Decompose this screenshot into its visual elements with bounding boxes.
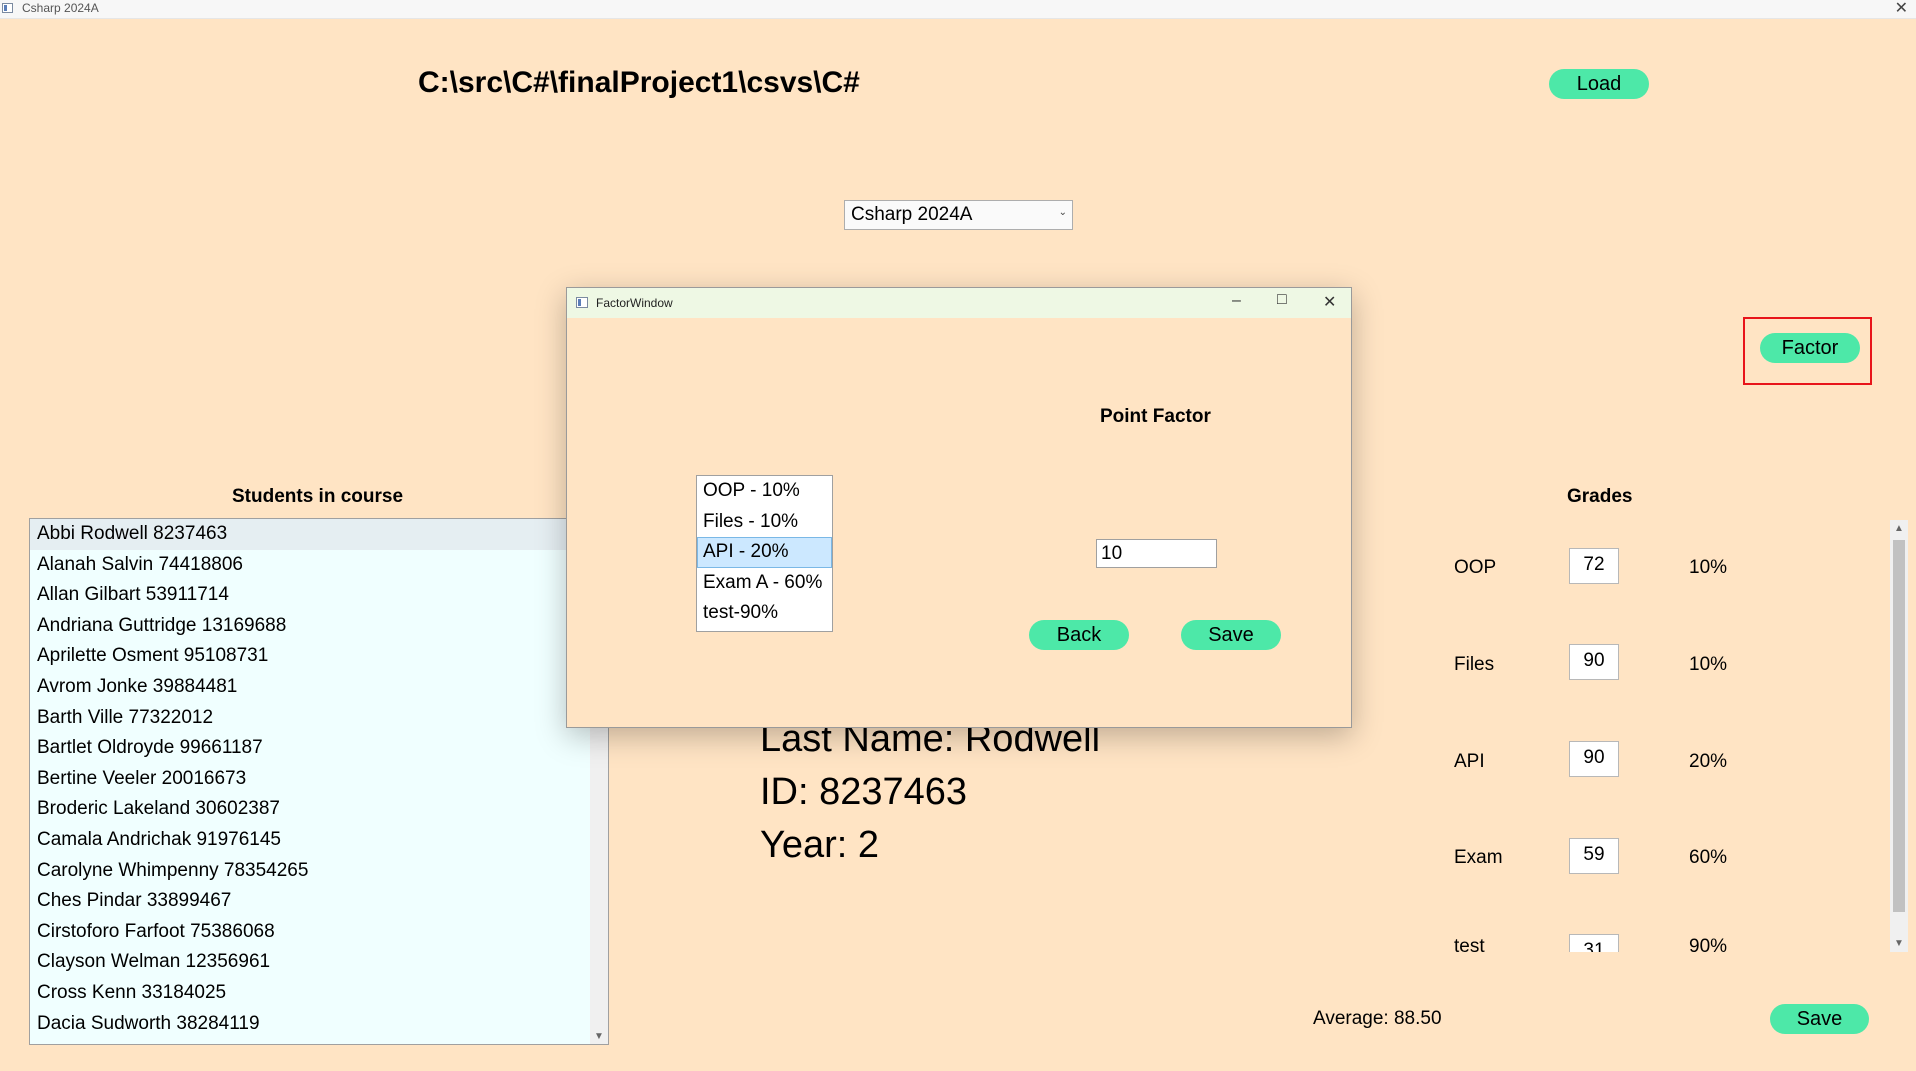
factor-list-item[interactable]: test-90% bbox=[697, 598, 832, 629]
course-select[interactable]: Csharp 2024A ⌄ bbox=[844, 200, 1073, 230]
scroll-down-icon[interactable]: ▼ bbox=[1894, 938, 1904, 949]
factor-list-item[interactable]: API - 20% bbox=[697, 537, 832, 568]
student-list-item[interactable]: Broderic Lakeland 30602387 bbox=[30, 794, 608, 825]
point-factor-heading: Point Factor bbox=[1100, 406, 1211, 427]
student-id-label: ID: 8237463 bbox=[760, 771, 968, 813]
scroll-up-icon[interactable]: ▲ bbox=[1894, 523, 1904, 534]
student-list-item[interactable]: Alanah Salvin 74418806 bbox=[30, 550, 608, 581]
student-list-item[interactable]: Clayson Welman 12356961 bbox=[30, 947, 608, 978]
scroll-down-icon[interactable]: ▼ bbox=[594, 1031, 604, 1042]
grade-label-files: Files bbox=[1454, 654, 1495, 675]
year-label: Year: 2 bbox=[760, 824, 880, 866]
factor-list-item[interactable]: OOP - 10% bbox=[697, 476, 832, 507]
dialog-title: FactorWindow bbox=[596, 296, 673, 310]
grade-percent-api: 20% bbox=[1689, 751, 1728, 772]
grades-heading: Grades bbox=[1567, 486, 1633, 507]
student-list-item[interactable]: Bartlet Oldroyde 99661187 bbox=[30, 733, 608, 764]
student-list-item[interactable]: Andriana Guttridge 13169688 bbox=[30, 611, 608, 642]
student-list-item[interactable]: Cross Kenn 33184025 bbox=[30, 978, 608, 1009]
window-titlebar: Csharp 2024A ✕ bbox=[0, 0, 1916, 19]
file-path-label: C:\src\C#\finalProject1\csvs\C# bbox=[418, 66, 860, 99]
student-list-item[interactable]: Barth Ville 77322012 bbox=[30, 703, 608, 734]
dialog-titlebar: FactorWindow – □ ✕ bbox=[567, 288, 1351, 318]
student-list-item[interactable]: Camala Andrichak 91976145 bbox=[30, 825, 608, 856]
student-list-item[interactable]: Abbi Rodwell 8237463 bbox=[30, 519, 608, 550]
grade-input-api[interactable]: 90 bbox=[1569, 741, 1619, 777]
factor-button[interactable]: Factor bbox=[1760, 333, 1860, 363]
course-select-value: Csharp 2024A bbox=[851, 204, 973, 225]
dialog-app-icon bbox=[576, 297, 588, 308]
student-list[interactable]: Abbi Rodwell 8237463 Alanah Salvin 74418… bbox=[29, 518, 609, 1045]
close-icon[interactable]: ✕ bbox=[1323, 292, 1336, 312]
dialog-save-button[interactable]: Save bbox=[1181, 620, 1281, 650]
grade-input-files[interactable]: 90 bbox=[1569, 644, 1619, 680]
average-label: Average: 88.50 bbox=[1313, 1008, 1442, 1029]
student-list-item[interactable]: Cirstoforo Farfoot 75386068 bbox=[30, 917, 608, 948]
save-grades-button[interactable]: Save bbox=[1770, 1004, 1869, 1034]
student-list-item[interactable]: Carolyne Whimpenny 78354265 bbox=[30, 856, 608, 887]
factor-list[interactable]: OOP - 10% Files - 10% API - 20% Exam A -… bbox=[696, 475, 833, 632]
grade-input-oop[interactable]: 72 bbox=[1569, 548, 1619, 584]
maximize-icon[interactable]: □ bbox=[1277, 291, 1287, 309]
grade-input-exam[interactable]: 59 bbox=[1569, 838, 1619, 874]
grade-input-test[interactable]: 31 bbox=[1569, 934, 1619, 952]
student-list-item[interactable]: Aprilette Osment 95108731 bbox=[30, 641, 608, 672]
factor-window-dialog: FactorWindow – □ ✕ Point Factor OOP - 10… bbox=[566, 287, 1352, 728]
grade-label-oop: OOP bbox=[1454, 557, 1497, 578]
minimize-icon[interactable]: – bbox=[1232, 292, 1241, 310]
window-close-icon[interactable]: ✕ bbox=[1895, 0, 1908, 18]
grade-percent-test: 90% bbox=[1689, 936, 1728, 952]
grade-label-api: API bbox=[1454, 751, 1485, 772]
grade-percent-exam: 60% bbox=[1689, 847, 1728, 868]
grade-label-test: test bbox=[1454, 936, 1485, 952]
grades-scrollbar[interactable]: ▲ ▼ bbox=[1890, 520, 1908, 952]
chevron-down-icon: ⌄ bbox=[1058, 207, 1067, 218]
back-button[interactable]: Back bbox=[1029, 620, 1129, 650]
factor-list-item[interactable]: Files - 10% bbox=[697, 507, 832, 538]
window-title: Csharp 2024A bbox=[22, 1, 99, 15]
student-list-item[interactable]: Allan Gilbart 53911714 bbox=[30, 580, 608, 611]
scrollbar-thumb[interactable] bbox=[1893, 540, 1905, 912]
students-heading: Students in course bbox=[232, 486, 404, 507]
student-list-item[interactable]: Bertine Veeler 20016673 bbox=[30, 764, 608, 795]
student-list-item[interactable]: Dacia Sudworth 38284119 bbox=[30, 1009, 608, 1040]
factor-value-input[interactable]: 10 bbox=[1096, 539, 1217, 568]
load-button[interactable]: Load bbox=[1549, 69, 1649, 99]
student-list-item[interactable]: Ches Pindar 33899467 bbox=[30, 886, 608, 917]
app-icon bbox=[2, 3, 13, 13]
grade-percent-oop: 10% bbox=[1689, 557, 1728, 578]
factor-list-item[interactable]: Exam A - 60% bbox=[697, 568, 832, 599]
student-list-item[interactable]: Avrom Jonke 39884481 bbox=[30, 672, 608, 703]
grade-percent-files: 10% bbox=[1689, 654, 1728, 675]
grade-label-exam: Exam bbox=[1454, 847, 1503, 868]
grade-row-test-clipped: test 31 90% bbox=[1440, 934, 1740, 952]
